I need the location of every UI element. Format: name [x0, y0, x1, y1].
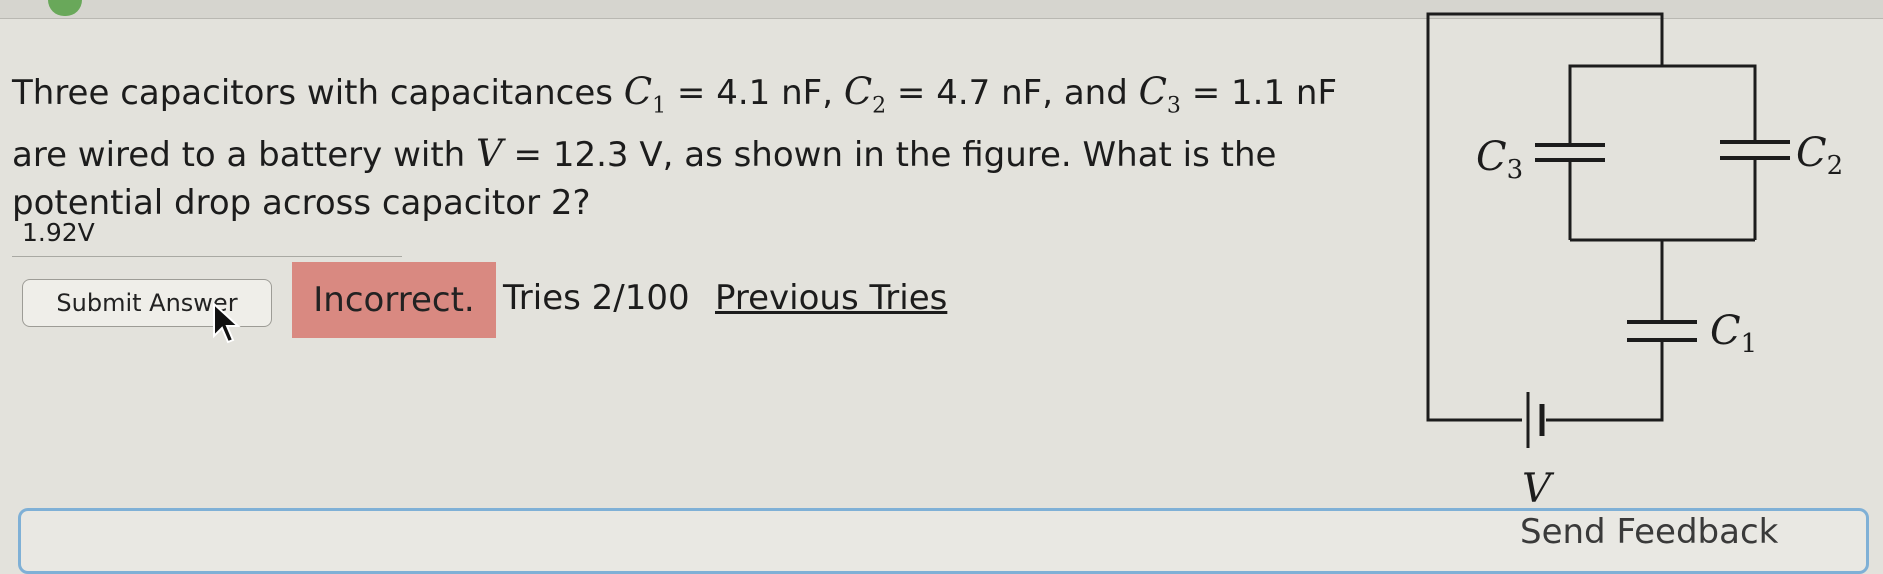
- question-text: Three capacitors with capacitances C1 = …: [12, 68, 1412, 227]
- question-lead: Three capacitors with capacitances: [12, 73, 624, 113]
- c2-value: = 4.7 nF, and: [886, 73, 1139, 113]
- incorrect-badge: Incorrect.: [292, 262, 496, 338]
- question-line-1: Three capacitors with capacitances C1 = …: [12, 68, 1412, 130]
- c1-label: C1: [1710, 308, 1757, 359]
- capacitor-c2: [1720, 140, 1790, 160]
- cursor-icon: [213, 302, 241, 344]
- answer-value[interactable]: 1.92V: [22, 218, 95, 247]
- c3-value: = 1.1 nF: [1180, 73, 1338, 113]
- line2-lead: are wired to a battery with: [12, 135, 477, 176]
- capacitor-c1: [1627, 320, 1697, 342]
- leaf-icon: [48, 0, 82, 16]
- circuit-wires: [1426, 12, 1757, 422]
- v-label: V: [1522, 466, 1555, 512]
- tries-count: Tries 2/100: [503, 278, 690, 318]
- question-line-2: are wired to a battery with V = 12.3 V, …: [12, 130, 1412, 179]
- c2-label: C2: [1796, 130, 1843, 181]
- answer-input[interactable]: 1.92V: [12, 212, 402, 257]
- line2-value: = 12.3 V, as shown in the figure. What i…: [502, 135, 1277, 176]
- previous-tries-link[interactable]: Previous Tries: [715, 276, 947, 320]
- c2-symbol: C2: [843, 70, 887, 119]
- circuit-diagram: C3 C2 C1 V: [1426, 12, 1843, 512]
- battery-icon: [1526, 392, 1545, 448]
- c1-symbol: C1: [623, 70, 667, 119]
- capacitor-c3: [1535, 143, 1605, 162]
- c1-value: = 4.1 nF,: [666, 73, 844, 113]
- c3-label: C3: [1476, 134, 1523, 185]
- c3-symbol: C3: [1138, 70, 1181, 119]
- v-symbol: V: [476, 132, 503, 176]
